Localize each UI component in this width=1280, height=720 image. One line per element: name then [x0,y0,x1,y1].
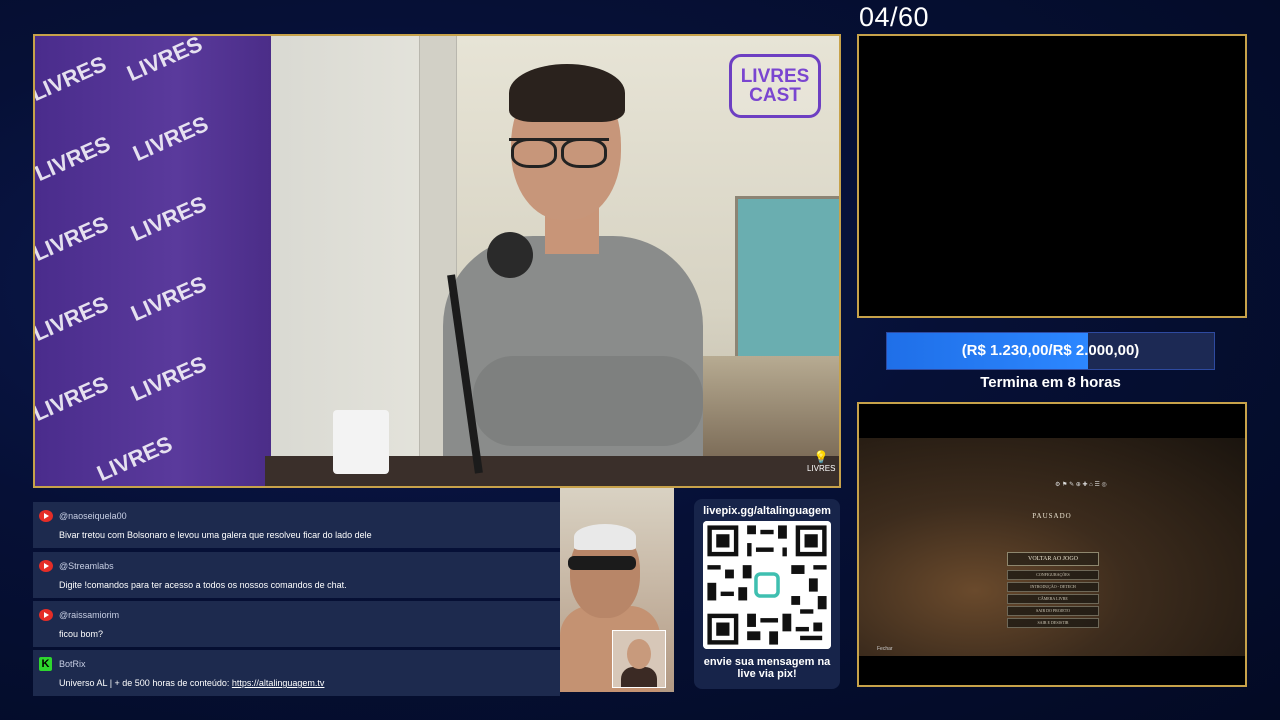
chat-message: K BotRix Universo AL | + de 500 horas de… [33,650,560,696]
youtube-icon [39,510,53,522]
inset-head [627,639,651,669]
game-scene: ⚙ ⚑ ✎ ⊕ ✚ ⌂ ☰ ◎ PAUSADO VOLTAR AO JOGO C… [859,438,1245,656]
chat-text: Universo AL | + de 500 horas de conteúdo… [59,678,324,688]
game-hud-icons: ⚙ ⚑ ✎ ⊕ ✚ ⌂ ☰ ◎ [1055,482,1107,488]
banner-text: LIVRES [33,370,112,427]
banner-text: LIVRES [127,190,210,247]
youtube-icon [39,609,53,621]
game-menu-item[interactable]: SAIR E DESISTIR [1007,618,1099,628]
banner-text: LIVRES [33,210,112,267]
corner-logo-text: LIVRES [807,464,836,473]
pix-url: livepix.gg/altalinguagem [703,505,831,517]
banner-text: LIVRES [127,350,210,407]
inset-body [621,667,657,687]
chat-text: Digite !comandos para ter acesso a todos… [59,580,347,590]
webcam-inset-photo [612,630,666,688]
chat-message: @naoseiquela00 Bivar tretou com Bolsonar… [33,502,560,548]
sunglasses [568,556,636,570]
crossed-arms [473,356,703,446]
pix-message: envie sua mensagem na live via pix! [703,656,831,680]
glasses [509,138,609,168]
goal-label: (R$ 1.230,00/R$ 2.000,00) [961,342,1140,359]
mug [333,410,389,474]
game-menu-item[interactable]: SAIR DO PROJETO [1007,606,1099,616]
logo-line-2: CAST [749,85,801,106]
chat-username: @naoseiquela00 [59,511,127,521]
banner-text: LIVRES [129,110,212,167]
chat-text: ficou bom? [59,629,104,639]
game-menu-item[interactable]: INTRODUÇÃO - DETECH [1007,582,1099,592]
livres-banner: LIVRES LIVRES LIVRES LIVRES LIVRES LIVRE… [33,34,271,487]
chat-message: @Streamlabs Digite !comandos para ter ac… [33,552,560,598]
chat-username: BotRix [59,659,86,669]
bulb-icon: 💡 [813,450,829,464]
game-capture: ⚙ ⚑ ✎ ⊕ ✚ ⌂ ☰ ◎ PAUSADO VOLTAR AO JOGO C… [857,402,1247,687]
game-menu-item[interactable]: CÂMERA LIVRE [1007,594,1099,604]
goal-time-remaining: Termina em 8 horas [980,374,1121,391]
banner-text: LIVRES [33,50,110,107]
game-menu-item[interactable]: CONFIGURAÇÕES [1007,570,1099,580]
pix-donation-box: livepix.gg/altalinguagem envie sua mensa… [694,499,840,689]
guest-hair [509,64,625,122]
chat-link[interactable]: https://altalinguagem.tv [232,678,325,688]
banner-text: LIVRES [33,290,112,347]
logo-line-1: LIVRES [740,66,810,87]
chat-username: @raissamiorim [59,610,120,620]
chat-message: @raissamiorim ficou bom? [33,601,560,647]
chat-text: Bivar tretou com Bolsonaro e levou uma g… [59,530,372,540]
chat-overlay: @naoseiquela00 Bivar tretou com Bolsonar… [33,490,560,696]
qr-code [703,521,831,649]
youtube-icon [39,560,53,572]
streamer-webcam [560,488,674,692]
banner-text: LIVRES [123,34,206,87]
pause-title: PAUSADO [1032,512,1072,520]
webcam-hair [574,524,636,550]
main-video: LIVRES LIVRES LIVRES LIVRES LIVRES LIVRE… [33,34,841,488]
kick-icon: K [39,657,52,671]
livres-cast-logo: LIVRES CAST [729,54,821,118]
secondary-video [857,34,1247,318]
background-window [735,196,839,362]
game-close-hint: Fechar [877,646,893,652]
donation-goal-bar: (R$ 1.230,00/R$ 2.000,00) [886,332,1215,370]
microphone [487,232,533,278]
corner-logo: 💡 LIVRES [807,450,835,473]
banner-text: LIVRES [93,430,176,487]
chat-username: @Streamlabs [59,561,114,571]
resume-game-button[interactable]: VOLTAR AO JOGO [1007,552,1099,566]
progress-counter: 04/60 [859,2,930,32]
banner-text: LIVRES [33,130,114,187]
banner-text: LIVRES [127,270,210,327]
chat-text-prefix: Universo AL | + de 500 horas de conteúdo… [59,678,232,688]
